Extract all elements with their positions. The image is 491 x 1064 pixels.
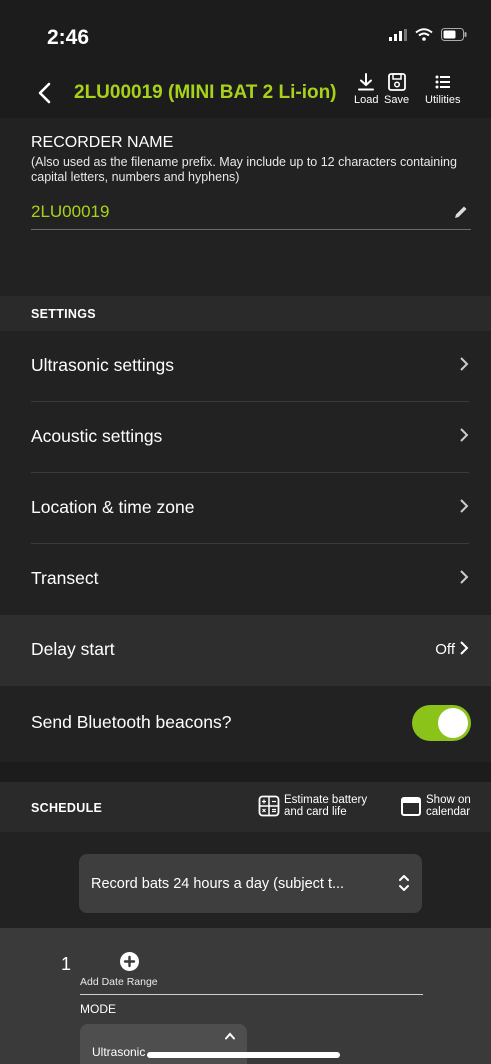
delay-start-row[interactable]: Delay start Off	[0, 615, 491, 686]
add-date-range-label: Add Date Range	[80, 976, 158, 988]
acoustic-settings-row[interactable]: Acoustic settings	[0, 402, 491, 473]
calendar-label-line2: calendar	[426, 806, 471, 818]
row-label: Location & time zone	[31, 497, 195, 517]
toggle-knob	[438, 708, 468, 738]
utilities-button[interactable]: Utilities	[425, 72, 460, 106]
range-number: 1	[61, 954, 72, 974]
row-label: Transect	[31, 568, 99, 588]
select-arrows-icon	[399, 875, 409, 891]
mode-select[interactable]: Ultrasonic	[80, 1024, 247, 1064]
schedule-body: Record bats 24 hours a day (subject t...	[0, 832, 491, 928]
save-label: Save	[384, 94, 410, 106]
estimate-label-line1: Estimate battery	[284, 794, 368, 806]
mode-label: MODE	[80, 1002, 116, 1016]
row-label: Delay start	[31, 639, 115, 659]
estimate-battery-button[interactable]: Estimate battery and card life	[258, 794, 367, 818]
chevron-left-icon	[38, 82, 51, 104]
recorder-name-title: RECORDER NAME	[31, 134, 174, 151]
recorder-name-section: RECORDER NAME (Also used as the filename…	[0, 118, 491, 296]
bluetooth-toggle[interactable]	[412, 705, 471, 741]
calendar-icon	[401, 797, 421, 816]
range-underline	[80, 994, 423, 995]
recorder-name-input[interactable]: 2LU00019	[31, 202, 109, 222]
status-bar: 2:46	[0, 0, 491, 70]
wifi-icon	[415, 28, 433, 41]
battery-icon	[441, 28, 467, 41]
show-calendar-label: Show on calendar	[426, 794, 471, 818]
mode-selected-value: Ultrasonic	[92, 1045, 146, 1059]
bluetooth-beacons-row: Send Bluetooth beacons?	[0, 686, 491, 762]
nav-bar: 2LU00019 (MINI BAT 2 Li-ion) Load Save U…	[0, 70, 491, 118]
row-label: Send Bluetooth beacons?	[31, 712, 232, 732]
save-icon	[387, 73, 406, 91]
chevron-right-icon	[460, 570, 469, 584]
schedule-header-title: SCHEDULE	[31, 801, 103, 815]
calculator-icon	[258, 795, 280, 817]
utilities-label: Utilities	[425, 94, 461, 106]
transect-row[interactable]: Transect	[0, 544, 491, 615]
calendar-label-line1: Show on	[426, 794, 471, 806]
load-label: Load	[354, 94, 379, 106]
schedule-selected-value: Record bats 24 hours a day (subject t...	[91, 876, 345, 892]
date-range-area: 1 Add Date Range MODE Ultrasonic	[0, 928, 491, 1064]
add-circle-icon[interactable]	[120, 952, 139, 971]
settings-header-title: SETTINGS	[31, 307, 96, 321]
row-label: Acoustic settings	[31, 426, 163, 446]
chevron-up-icon	[225, 1032, 235, 1040]
row-label: Ultrasonic settings	[31, 355, 174, 375]
chevron-right-icon	[460, 641, 469, 655]
home-indicator[interactable]	[147, 1052, 340, 1058]
estimate-label-line2: and card life	[284, 806, 347, 818]
chevron-right-icon	[460, 428, 469, 442]
show-calendar-button[interactable]: Show on calendar	[400, 794, 471, 818]
signal-icon	[389, 28, 407, 41]
download-icon	[358, 73, 375, 91]
back-button[interactable]	[30, 76, 58, 110]
pencil-icon[interactable]	[453, 204, 469, 220]
plus-icon	[123, 955, 136, 968]
chevron-right-icon	[460, 357, 469, 371]
save-button[interactable]: Save	[384, 72, 409, 106]
list-icon	[435, 75, 450, 89]
status-time: 2:46	[47, 26, 90, 49]
estimate-battery-label: Estimate battery and card life	[284, 794, 367, 818]
location-time-zone-row[interactable]: Location & time zone	[0, 473, 491, 544]
ultrasonic-settings-row[interactable]: Ultrasonic settings	[0, 331, 491, 402]
load-button[interactable]: Load	[354, 72, 378, 106]
recorder-name-underline	[31, 229, 471, 230]
schedule-select[interactable]: Record bats 24 hours a day (subject t...	[79, 854, 422, 913]
delay-start-value: Off	[435, 641, 455, 658]
chevron-right-icon	[460, 499, 469, 513]
schedule-header: SCHEDULE Estimate battery and card life S…	[0, 782, 491, 832]
recorder-name-help: (Also used as the filename prefix. May i…	[31, 155, 457, 184]
status-icons	[389, 28, 467, 41]
settings-header: SETTINGS	[0, 296, 491, 331]
page-title: 2LU00019 (MINI BAT 2 Li-ion)	[74, 82, 337, 103]
